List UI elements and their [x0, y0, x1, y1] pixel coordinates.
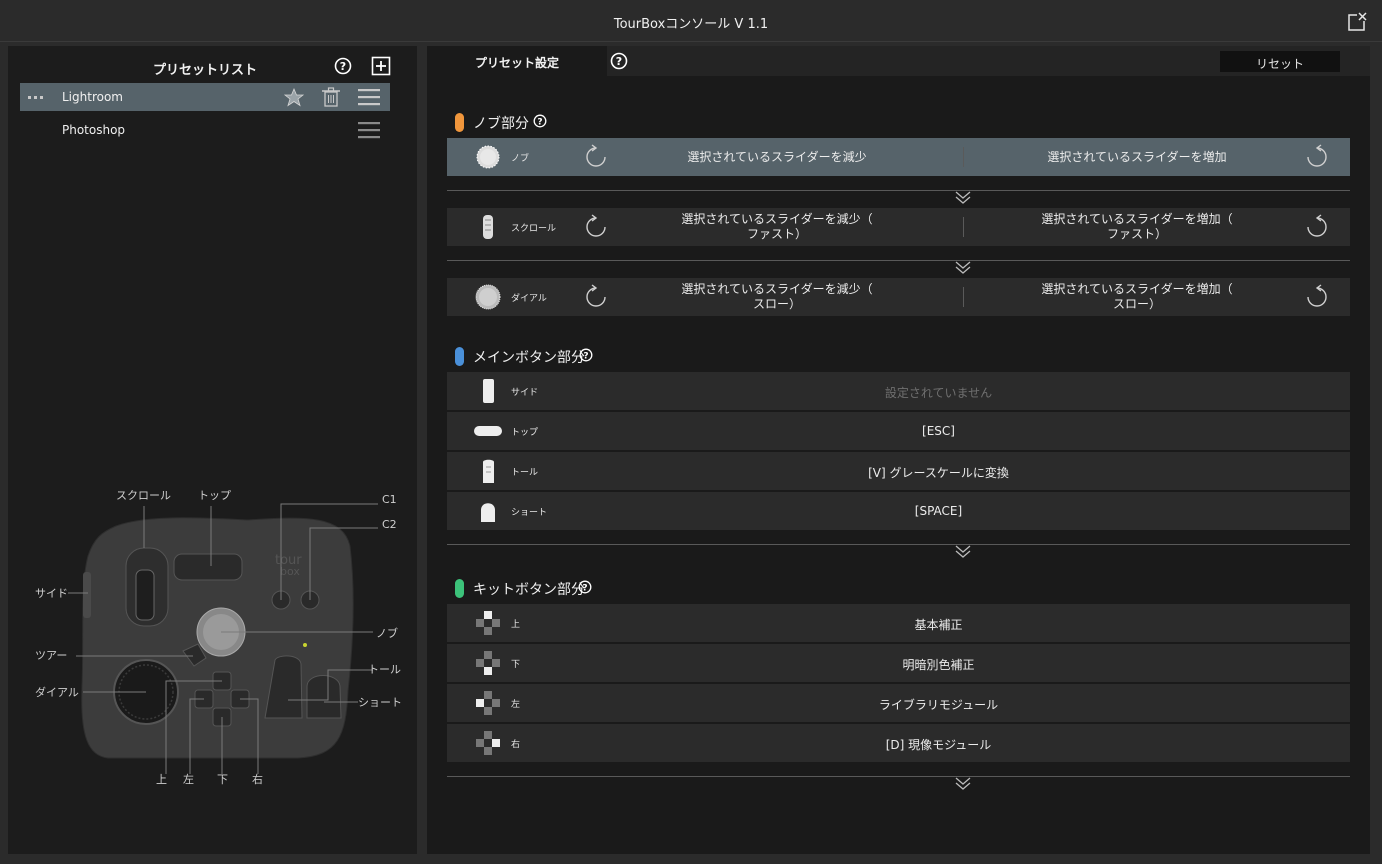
label-down: 下 [217, 773, 228, 786]
dpad-right-icon [476, 731, 500, 755]
tall-row[interactable]: トール [V] グレースケールに変換 [447, 452, 1350, 490]
section-color-pill [455, 579, 464, 598]
section-color-pill [455, 113, 464, 132]
dial-icon [475, 284, 501, 310]
side-button-icon [483, 379, 494, 403]
knob-icon [476, 145, 500, 169]
svg-text:?: ? [537, 118, 542, 128]
help-icon[interactable]: ? [610, 52, 628, 70]
dial-row[interactable]: ダイアル 選択されているスライダーを減少（ スロー） 選択されているスライダーを… [447, 278, 1350, 316]
side-row[interactable]: サイド 設定されていません [447, 372, 1350, 410]
rotate-right-icon [1307, 214, 1327, 237]
label-up: 上 [156, 773, 167, 786]
svg-text:?: ? [616, 55, 622, 68]
tourbox-device-diagram: tour box スクロール トップ C1 C2 サイド ノブ ツアー トール … [35, 489, 402, 786]
preset-name: Photoshop [62, 123, 126, 137]
help-icon[interactable]: ? [334, 57, 352, 75]
kit-right-row[interactable]: 右 [D] 現像モジュール [447, 724, 1350, 762]
label-side: サイド [35, 587, 68, 600]
tall-button-icon [483, 459, 494, 483]
menu-icon[interactable] [358, 120, 380, 140]
label-top: トップ [198, 489, 231, 502]
expand-toggle[interactable] [447, 544, 1350, 562]
preset-name: Lightroom [62, 90, 123, 104]
preset-list-panel: プリセットリスト ? Lightroom Photoshop tour box … [8, 46, 417, 854]
label-right: 右 [252, 772, 263, 786]
scroll-icon [483, 215, 493, 239]
rotate-right-icon [1307, 144, 1327, 167]
expand-toggle[interactable] [447, 260, 1350, 278]
knob-row[interactable]: ノブ 選択されているスライダーを減少 選択されているスライダーを増加 [447, 138, 1350, 176]
top-button [173, 553, 243, 581]
menu-icon[interactable] [358, 87, 380, 107]
rotate-right-icon [1307, 284, 1327, 307]
drag-dots-icon[interactable] [28, 96, 44, 99]
preset-list-header: プリセットリスト ? [8, 46, 417, 84]
add-preset-icon[interactable] [371, 56, 391, 76]
kit-down-row[interactable]: 下 明暗別色補正 [447, 644, 1350, 682]
label-tour: ツアー [35, 649, 67, 662]
preset-list-title: プリセットリスト [153, 63, 258, 78]
svg-text:?: ? [583, 352, 588, 362]
settings-tabbar: プリセット設定 ? リセット [427, 46, 1370, 76]
svg-text:?: ? [582, 584, 587, 594]
side-button [83, 572, 91, 618]
label-short: ショート [358, 696, 402, 709]
dpad-up-icon [476, 611, 500, 635]
expand-toggle[interactable] [447, 190, 1350, 208]
section-color-pill [455, 347, 464, 366]
label-tall: トール [368, 663, 401, 676]
short-button-icon [481, 503, 495, 522]
expand-toggle[interactable] [447, 776, 1350, 794]
label-knob: ノブ [376, 626, 398, 640]
kit-left-row[interactable]: 左 ライブラリモジュール [447, 684, 1350, 722]
preset-item-lightroom[interactable]: Lightroom [20, 83, 390, 111]
chevron-down-icon [955, 261, 971, 274]
chevron-down-icon [955, 545, 971, 558]
label-scroll: スクロール [116, 489, 171, 502]
tab-preset-settings[interactable]: プリセット設定 [427, 46, 607, 76]
kit-up-row[interactable]: 上 基本補正 [447, 604, 1350, 642]
chevron-down-icon [955, 777, 971, 790]
svg-text:?: ? [340, 60, 346, 73]
title-bar: TourBoxコンソール V 1.1 [0, 0, 1382, 42]
top-button-icon [474, 426, 502, 436]
scroll-row[interactable]: スクロール 選択されているスライダーを減少（ ファスト） 選択されているスライダ… [447, 208, 1350, 246]
reset-button[interactable]: リセット [1220, 51, 1340, 72]
preset-settings-panel: プリセット設定 ? リセット ノブ部分 ? ノブ 選択されているスライダーを減少… [427, 46, 1370, 854]
top-row[interactable]: トップ [ESC] [447, 412, 1350, 450]
help-icon[interactable]: ? [533, 114, 547, 128]
label-c2: C2 [382, 518, 397, 531]
label-c1: C1 [382, 493, 397, 506]
scroll-wheel [135, 569, 155, 621]
svg-text:box: box [280, 565, 300, 578]
star-icon[interactable] [283, 87, 305, 107]
label-dial: ダイアル [35, 685, 79, 699]
window-title: TourBoxコンソール V 1.1 [613, 17, 769, 32]
help-icon[interactable]: ? [579, 348, 593, 362]
trash-icon[interactable] [320, 87, 342, 107]
dpad-down-icon [476, 651, 500, 675]
exit-icon[interactable] [1346, 10, 1368, 32]
help-icon[interactable]: ? [578, 580, 592, 594]
short-row[interactable]: ショート [SPACE] [447, 492, 1350, 530]
dpad-left-icon [476, 691, 500, 715]
chevron-down-icon [955, 191, 971, 204]
label-left: 左 [183, 773, 194, 786]
preset-item-photoshop[interactable]: Photoshop [20, 116, 390, 144]
short-button [306, 675, 342, 719]
